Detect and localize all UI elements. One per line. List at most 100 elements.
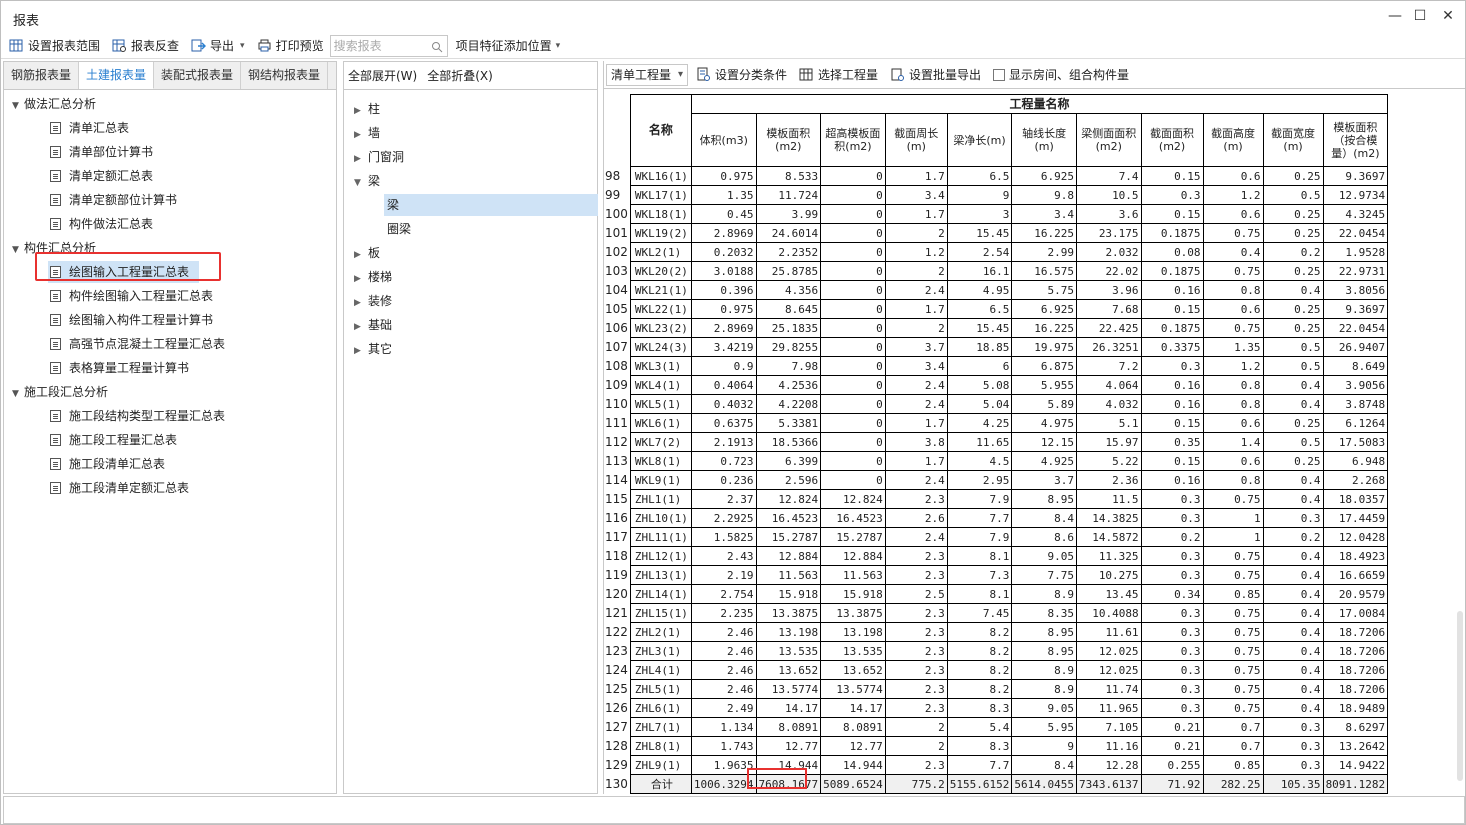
cell-value[interactable]: 13.198 — [820, 622, 886, 642]
cell-value[interactable]: 18.0357 — [1322, 489, 1389, 509]
cell-value[interactable]: 3.9056 — [1322, 375, 1389, 395]
cell-value[interactable]: 0.25 — [1262, 299, 1324, 319]
cell-value[interactable]: 0.4 — [1262, 641, 1324, 661]
cell-value[interactable]: 17.4459 — [1322, 508, 1389, 528]
cell-value[interactable]: 6.5 — [946, 166, 1013, 186]
cell-name[interactable]: WKL8(1) — [629, 451, 692, 471]
table-row[interactable]: 104 WKL21(1) 0.396 4.356 0 2.4 4.95 5.75 3.96 0.1… — [604, 280, 1389, 300]
cell-value[interactable]: 12.025 — [1075, 641, 1142, 661]
cell-value[interactable]: 1.7 — [884, 451, 948, 471]
cell-value[interactable]: 0.25 — [1262, 413, 1324, 433]
cell-value[interactable]: 2.8969 — [690, 223, 757, 243]
cell-value[interactable]: 4.3245 — [1322, 204, 1389, 224]
cell-value[interactable]: 7.68 — [1075, 299, 1142, 319]
chevron-right-icon[interactable]: ▶ — [354, 100, 368, 122]
cell-value[interactable]: 9.3697 — [1322, 299, 1389, 319]
chevron-right-icon[interactable]: ▶ — [354, 316, 368, 338]
cell-value[interactable]: 3.8748 — [1322, 394, 1389, 414]
cell-value[interactable]: 0 — [820, 451, 886, 471]
component-subitem[interactable]: 圈梁 — [384, 218, 411, 240]
cell-value[interactable]: 2.754 — [690, 584, 757, 604]
cell-value[interactable]: 22.0454 — [1322, 223, 1389, 243]
table-row[interactable]: 114 WKL9(1) 0.236 2.596 0 2.4 2.95 3.7 2.36 0.16 0… — [604, 470, 1389, 490]
cell-value[interactable]: 4.2536 — [755, 375, 822, 395]
cell-value[interactable]: 0 — [820, 261, 886, 281]
component-group[interactable]: ▶ 板 — [354, 242, 380, 264]
table-row[interactable]: 127 ZHL7(1) 1.134 8.0891 8.0891 2 5.4 5.95 7.105… — [604, 717, 1389, 737]
cell-value[interactable]: 8.9 — [1011, 584, 1077, 604]
cell-name[interactable]: WKL19(2) — [629, 223, 692, 243]
cell-value[interactable]: 0.25 — [1262, 261, 1324, 281]
cell-value[interactable]: 0.6 — [1202, 413, 1264, 433]
cell-value[interactable]: 16.575 — [1011, 261, 1077, 281]
col-header[interactable]: 轴线长度(m) — [1011, 113, 1077, 167]
cell-value[interactable]: 0.3 — [1262, 717, 1324, 737]
cell-value[interactable]: 0.21 — [1140, 717, 1204, 737]
cell-value[interactable]: 8.2 — [946, 622, 1013, 642]
cell-value[interactable]: 9.8 — [1011, 185, 1077, 205]
tree-item[interactable]: 清单汇总表 — [48, 117, 139, 139]
cell-value[interactable]: 12.77 — [755, 736, 822, 756]
cell-value[interactable]: 23.175 — [1075, 223, 1142, 243]
cell-value[interactable]: 1.7 — [884, 204, 948, 224]
cell-value[interactable]: 7.7 — [946, 508, 1013, 528]
cell-value[interactable]: 2.5 — [884, 584, 948, 604]
cell-value[interactable]: 25.8785 — [755, 261, 822, 281]
tree-item[interactable]: 高强节点混凝土工程量汇总表 — [48, 333, 235, 355]
cell-value[interactable]: 3.4 — [884, 356, 948, 376]
cell-value[interactable]: 2 — [884, 318, 948, 338]
cell-name[interactable]: ZHL6(1) — [629, 698, 692, 718]
chevron-down-icon[interactable]: ▼ — [12, 95, 24, 117]
cell-value[interactable]: 17.0084 — [1322, 603, 1389, 623]
tree-item[interactable]: 构件做法汇总表 — [48, 213, 163, 235]
cell-value[interactable]: 4.975 — [1011, 413, 1077, 433]
cell-value[interactable]: 6.1264 — [1322, 413, 1389, 433]
table-row[interactable]: 106 WKL23(2) 2.8969 25.1835 0 2 15.45 16.225 22.… — [604, 318, 1389, 338]
cell-value[interactable]: 0.25 — [1262, 451, 1324, 471]
cell-value[interactable]: 2.3 — [884, 660, 948, 680]
cell-value[interactable]: 6.925 — [1011, 166, 1077, 186]
component-group[interactable]: ▼ 梁 — [354, 170, 380, 192]
cell-value[interactable]: 4.5 — [946, 451, 1013, 471]
cell-value[interactable]: 0.85 — [1202, 755, 1264, 775]
cell-value[interactable]: 4.356 — [755, 280, 822, 300]
cell-value[interactable]: 2.3 — [884, 755, 948, 775]
cell-value[interactable]: 12.28 — [1075, 755, 1142, 775]
cell-value[interactable]: 5.4 — [946, 717, 1013, 737]
cell-value[interactable]: 15.97 — [1075, 432, 1142, 452]
cell-value[interactable]: 2.2925 — [690, 508, 757, 528]
search-input[interactable]: 搜索报表 — [329, 34, 448, 57]
cell-value[interactable]: 8.2 — [946, 660, 1013, 680]
cell-value[interactable]: 0 — [820, 299, 886, 319]
component-group[interactable]: ▶ 其它 — [354, 338, 392, 360]
cell-value[interactable]: 8.95 — [1011, 489, 1077, 509]
cell-value[interactable]: 3.4 — [1011, 204, 1077, 224]
cell-name[interactable]: WKL23(2) — [629, 318, 692, 338]
cell-value[interactable]: 0.1875 — [1140, 223, 1204, 243]
cell-value[interactable]: 0.15 — [1140, 413, 1204, 433]
col-header[interactable]: 模板面积(m2) — [755, 113, 822, 167]
cell-value[interactable]: 7.3 — [946, 565, 1013, 585]
cell-name[interactable]: ZHL11(1) — [629, 527, 692, 547]
cell-value[interactable]: 4.2208 — [755, 394, 822, 414]
cell-value[interactable]: 1.7 — [884, 299, 948, 319]
cell-value[interactable]: 2.95 — [946, 470, 1013, 490]
tree-item[interactable]: 清单部位计算书 — [48, 141, 163, 163]
cell-value[interactable]: 0.75 — [1202, 622, 1264, 642]
cell-value[interactable]: 2.19 — [690, 565, 757, 585]
cell-value[interactable]: 2 — [884, 223, 948, 243]
cell-value[interactable]: 0.4 — [1262, 660, 1324, 680]
cell-value[interactable]: 18.7206 — [1322, 679, 1389, 699]
cell-value[interactable]: 0.723 — [690, 451, 757, 471]
col-header[interactable]: 截面宽度(m) — [1262, 113, 1324, 167]
cell-value[interactable]: 0.34 — [1140, 584, 1204, 604]
cell-value[interactable]: 4.925 — [1011, 451, 1077, 471]
col-header[interactable]: 截面高度(m) — [1202, 113, 1264, 167]
cell-value[interactable]: 0.4 — [1262, 489, 1324, 509]
cell-value[interactable]: 2.3 — [884, 603, 948, 623]
table-row[interactable]: 102 WKL2(1) 0.2032 2.2352 0 1.2 2.54 2.99 2.032 0… — [604, 242, 1389, 262]
cell-value[interactable]: 0.2 — [1140, 527, 1204, 547]
cell-value[interactable]: 5.08 — [946, 375, 1013, 395]
cell-value[interactable]: 8.645 — [755, 299, 822, 319]
cell-value[interactable]: 0.75 — [1202, 603, 1264, 623]
